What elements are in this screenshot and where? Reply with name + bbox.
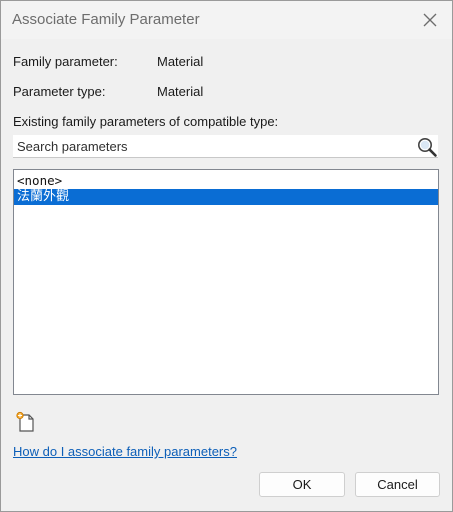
ok-button[interactable]: OK [259, 472, 345, 497]
close-icon [423, 13, 437, 27]
dialog-title: Associate Family Parameter [12, 11, 200, 28]
search-input[interactable] [13, 135, 408, 157]
list-item-selected[interactable]: 法蘭外觀 [14, 189, 438, 205]
existing-parameters-heading: Existing family parameters of compatible… [13, 114, 279, 129]
new-parameter-icon[interactable] [15, 411, 37, 433]
family-parameter-label: Family parameter: [13, 54, 118, 69]
family-parameter-value: Material [157, 54, 204, 69]
search-icon[interactable] [416, 136, 438, 158]
parameter-type-value: Material [157, 84, 204, 99]
parameter-list[interactable]: <none> 法蘭外觀 [13, 169, 439, 395]
parameter-type-label: Parameter type: [13, 84, 106, 99]
title-bar: Associate Family Parameter [1, 1, 452, 39]
help-link[interactable]: How do I associate family parameters? [13, 444, 237, 459]
list-item-none[interactable]: <none> [14, 173, 438, 189]
associate-family-parameter-dialog: Associate Family Parameter Family parame… [0, 0, 453, 512]
close-button[interactable] [416, 6, 444, 34]
cancel-button[interactable]: Cancel [355, 472, 440, 497]
search-box [13, 135, 438, 158]
